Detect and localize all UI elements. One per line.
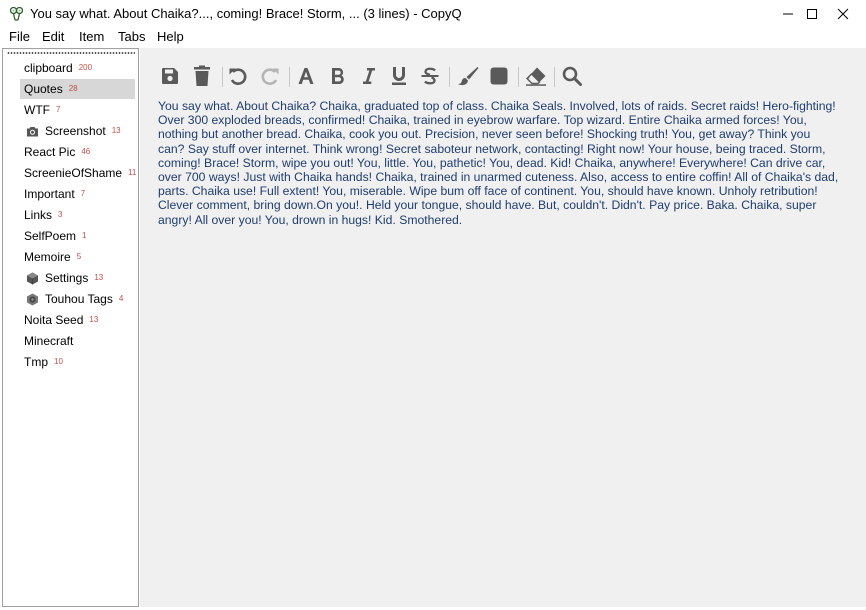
menu-bar: File Edit Item Tabs Help — [0, 27, 866, 47]
tab-item-count: 3 — [58, 209, 63, 219]
tab-item-count: 13 — [94, 272, 104, 282]
tab-item-count: 4 — [118, 293, 124, 303]
tab-label: ScreenieOfShame — [24, 166, 123, 180]
toolbar-separator — [449, 67, 450, 87]
tab-links[interactable]: Links 3 — [20, 205, 62, 225]
tab-item-count: 28 — [68, 83, 78, 93]
tab-label: Settings — [45, 271, 89, 285]
tab-item-count: 1 — [82, 230, 87, 240]
italic-button[interactable] — [357, 62, 381, 90]
search-icon — [562, 66, 582, 86]
tab-label: Touhou Tags — [45, 292, 113, 306]
tab-quotes[interactable]: Quotes 28 — [20, 79, 135, 99]
delete-button[interactable] — [190, 62, 214, 90]
tab-item-count: 7 — [80, 188, 86, 198]
tab-label: Memoire — [24, 250, 71, 264]
tab-item-count: 13 — [89, 314, 99, 324]
window-title: You say what. About Chaika?..., coming! … — [30, 6, 462, 21]
bold-icon — [332, 68, 344, 84]
eraser-icon — [526, 67, 546, 86]
strikethrough-icon — [421, 67, 439, 85]
tab-label: SelfPoem — [24, 229, 77, 243]
bold-button[interactable] — [326, 62, 350, 90]
tab-memoire[interactable]: Memoire 5 — [20, 247, 81, 267]
tab-label: Screenshot — [45, 124, 106, 138]
tab-important[interactable]: Important 7 — [20, 184, 85, 204]
tab-selfpoem[interactable]: SelfPoem 1 — [20, 226, 86, 246]
tab-label: WTF — [24, 103, 50, 117]
copyq-app-icon — [9, 6, 24, 21]
toolbar-separator — [554, 67, 555, 87]
menu-edit[interactable]: Edit — [42, 29, 64, 44]
maximize-icon — [807, 8, 817, 19]
tab-item-count: 46 — [81, 146, 91, 156]
tab-label: Links — [24, 208, 53, 222]
tab-touhou-tags[interactable]: Touhou Tags 4 — [20, 289, 123, 309]
cube-icon — [27, 272, 38, 284]
menu-item[interactable]: Item — [79, 29, 104, 44]
toolbar-separator — [289, 67, 290, 87]
menu-file[interactable]: File — [9, 29, 30, 44]
font-icon — [298, 68, 314, 84]
vertical-scrollbar[interactable] — [853, 48, 866, 607]
search-button[interactable] — [560, 62, 584, 90]
redo-button[interactable] — [258, 62, 282, 90]
tab-screenieofshame[interactable]: ScreenieOfShame 11 — [20, 163, 136, 183]
delete-icon — [194, 65, 210, 86]
tab-label: Important — [24, 187, 75, 201]
menu-help[interactable]: Help — [157, 29, 184, 44]
background-color-icon — [490, 67, 508, 85]
erase-style-button[interactable] — [524, 62, 548, 90]
tab-tree-handle — [7, 52, 135, 54]
tab-label: Tmp — [24, 355, 48, 369]
tab-item-count: 11 — [128, 167, 137, 177]
background-color-button[interactable] — [487, 62, 511, 90]
tab-label: clipboard — [24, 61, 73, 75]
tab-clipboard[interactable]: clipboard 200 — [20, 58, 92, 78]
save-icon — [162, 68, 178, 84]
underline-icon — [392, 67, 406, 85]
tab-tmp[interactable]: Tmp 10 — [20, 352, 63, 372]
save-button[interactable] — [158, 62, 182, 90]
menu-tabs[interactable]: Tabs — [118, 29, 145, 44]
tab-item-count: 10 — [54, 356, 63, 366]
tab-label: Noita Seed — [24, 313, 84, 327]
undo-button[interactable] — [226, 62, 250, 90]
brush-icon — [458, 67, 479, 86]
foreground-color-button[interactable] — [456, 62, 480, 90]
tab-item-count: 13 — [111, 125, 121, 135]
item-text-editor[interactable]: You say what. About Chaika? Chaika, grad… — [158, 99, 840, 227]
strikethrough-button[interactable] — [418, 62, 442, 90]
close-icon — [837, 8, 849, 19]
redo-icon — [261, 68, 279, 85]
toolbar-separator — [222, 67, 223, 87]
tab-react-pic[interactable]: React Pic 46 — [20, 142, 90, 162]
font-button[interactable] — [294, 62, 318, 90]
tab-label: React Pic — [24, 145, 76, 159]
tab-wtf[interactable]: WTF 7 — [20, 100, 60, 120]
italic-icon — [363, 68, 375, 84]
tab-label: Quotes — [24, 82, 63, 96]
undo-icon — [229, 68, 247, 85]
camera-icon — [27, 126, 38, 136]
tab-noita-seed[interactable]: Noita Seed 13 — [20, 310, 98, 330]
tab-settings[interactable]: Settings 13 — [20, 268, 103, 288]
tab-item-count: 7 — [56, 104, 61, 114]
toolbar-separator — [518, 67, 519, 87]
tab-item-count: 5 — [76, 251, 82, 261]
underline-button[interactable] — [387, 62, 411, 90]
tab-screenshot[interactable]: Screenshot 13 — [20, 121, 121, 141]
close-button[interactable] — [820, 0, 866, 27]
tab-label: Minecraft — [24, 334, 74, 348]
title-bar: You say what. About Chaika?..., coming! … — [0, 0, 866, 27]
tab-minecraft[interactable]: Minecraft — [20, 331, 73, 351]
gear-cube-icon — [27, 293, 38, 305]
tab-item-count: 200 — [78, 62, 93, 72]
